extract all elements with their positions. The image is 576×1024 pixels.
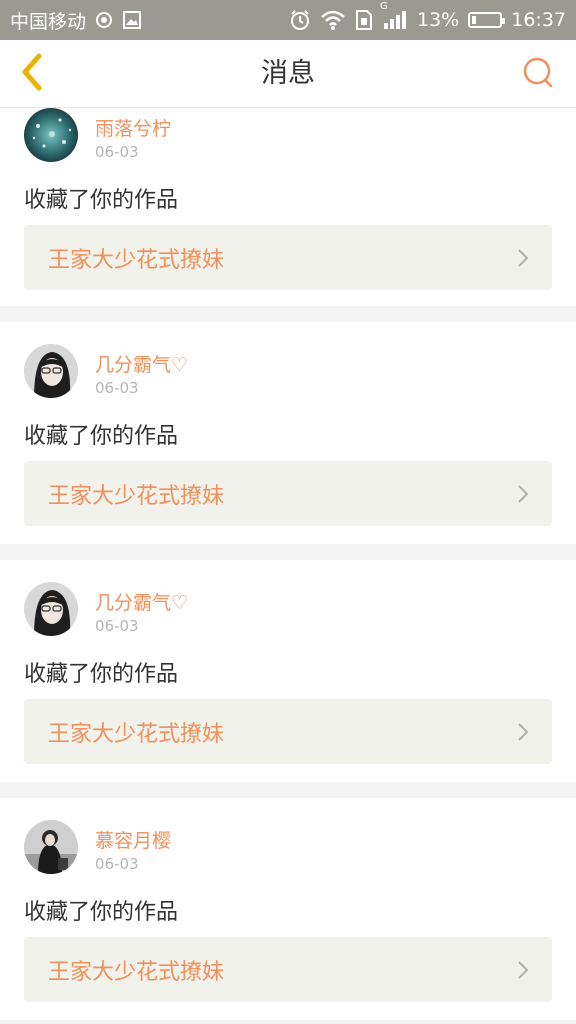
work-title: 王家大少花式撩妹 (48, 721, 225, 747)
user-name[interactable]: 慕容月樱 (95, 826, 171, 853)
battery-percent: 13% (417, 9, 460, 31)
chevron-right-icon (516, 721, 530, 747)
battery-icon (468, 12, 506, 28)
work-title: 王家大少花式撩妹 (48, 247, 225, 273)
alarm-icon (289, 9, 311, 31)
message-card: 几分霸气♡ 06-03 收藏了你的作品 王家大少花式撩妹 (0, 560, 576, 782)
search-icon (521, 55, 555, 93)
message-date: 06-03 (95, 617, 139, 635)
message-action-text: 收藏了你的作品 (24, 662, 179, 687)
work-link[interactable]: 王家大少花式撩妹 (24, 937, 552, 1002)
user-name[interactable]: 几分霸气♡ (95, 350, 188, 377)
avatar[interactable] (24, 582, 78, 636)
signal-icon: G (380, 1, 408, 31)
chevron-right-icon (516, 483, 530, 509)
eye-icon (94, 10, 114, 30)
message-date: 06-03 (95, 379, 139, 397)
message-card: 慕容月樱 06-03 收藏了你的作品 王家大少花式撩妹 (0, 798, 576, 1020)
message-card: 雨落兮柠 06-03 收藏了你的作品 王家大少花式撩妹 (0, 108, 576, 306)
wifi-icon (320, 9, 346, 31)
clock: 16:37 (511, 9, 566, 31)
work-link[interactable]: 王家大少花式撩妹 (24, 225, 552, 290)
message-action-text: 收藏了你的作品 (24, 900, 179, 925)
work-title: 王家大少花式撩妹 (48, 959, 225, 985)
work-link[interactable]: 王家大少花式撩妹 (24, 699, 552, 764)
work-title: 王家大少花式撩妹 (48, 483, 225, 509)
message-card: 几分霸气♡ 06-03 收藏了你的作品 王家大少花式撩妹 (0, 322, 576, 544)
app-header: 消息 (0, 40, 576, 108)
user-name[interactable]: 雨落兮柠 (95, 114, 171, 141)
avatar[interactable] (24, 108, 78, 162)
message-list: 雨落兮柠 06-03 收藏了你的作品 王家大少花式撩妹 几分霸气♡ 06-03 … (0, 108, 576, 1020)
message-date: 06-03 (95, 855, 139, 873)
carrier-label: 中国移动 (10, 10, 87, 33)
message-date: 06-03 (95, 143, 139, 161)
chevron-right-icon (516, 959, 530, 985)
work-link[interactable]: 王家大少花式撩妹 (24, 461, 552, 526)
sim-icon (355, 9, 373, 31)
avatar[interactable] (24, 344, 78, 398)
avatar[interactable] (24, 820, 78, 874)
page-title: 消息 (261, 58, 315, 89)
message-action-text: 收藏了你的作品 (24, 424, 179, 449)
network-type-label: G (380, 1, 388, 12)
search-button[interactable] (520, 56, 556, 92)
user-name[interactable]: 几分霸气♡ (95, 588, 188, 615)
status-bar: 中国移动 G 13% 16:37 (0, 0, 576, 40)
message-action-text: 收藏了你的作品 (24, 188, 179, 213)
chevron-right-icon (516, 247, 530, 273)
image-icon (122, 10, 142, 30)
